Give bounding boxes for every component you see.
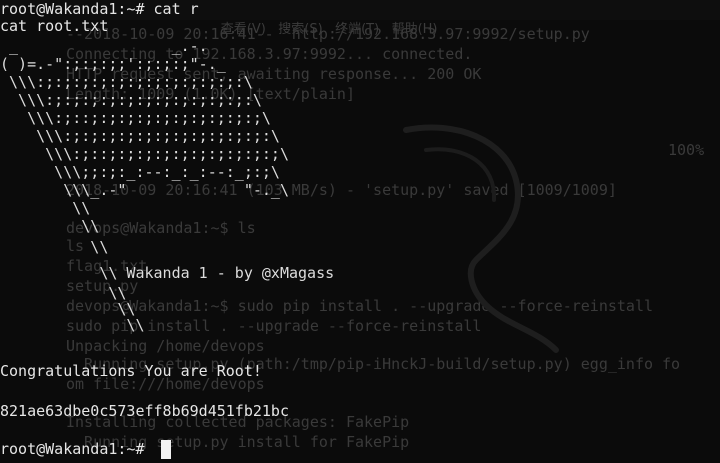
text-cursor (161, 440, 171, 459)
command-line: cat root.txt (0, 17, 109, 35)
terminal-output: root@Wakanda1:~# cat r cat root.txt _ _.… (0, 0, 720, 463)
ascii-art-credit-line: \\ Wakanda 1 - by @xMagass (0, 264, 335, 282)
ghost-percent: 100% (668, 141, 705, 159)
ascii-art-line: \\\:;:;:;:;:;:;:;:;:;:;:;:\ (0, 73, 271, 91)
ascii-art-line: \\ (0, 199, 91, 217)
ascii-art-line: \\\:;:;:;:;:;:;:;:;:;:;:;:\ (0, 127, 280, 145)
ascii-art-line: _ _.-. (0, 37, 271, 55)
ascii-art-line: \\\:;:;:;:;:;:;:;:;:;:;:;:\ (0, 91, 271, 109)
ascii-art-line: ( )=.-":;:;:;;':;:;:;"-._ (0, 55, 271, 73)
ascii-art-line: \\\;;:;:_:--:_:_:--:_;:;\ (0, 163, 280, 181)
kali-dragon-watermark-icon (403, 124, 559, 353)
ascii-art-line: \\ (0, 238, 109, 256)
ascii-art-line: \\ (0, 316, 145, 334)
ascii-art-line: \\\:;::;:;:;:;:;:;:;:;:;:;\ (0, 145, 289, 163)
ascii-art-line: \\ (0, 217, 100, 235)
terminal-window[interactable]: 查看(V) 搜索(S) 终端(T) 帮助(H) --2018-10-09 20:… (0, 0, 720, 463)
ascii-art-line: \\\:;::;:;:;:;:;:;:;:;:;:;\ (0, 109, 271, 127)
final-prompt: root@Wakanda1:~# (0, 440, 154, 458)
ascii-art-line: \\\_.-" "-._\ (0, 181, 289, 199)
prompt-line: root@Wakanda1:~# cat r (0, 0, 199, 18)
congrats-message: Congratulations You are Root! (0, 362, 262, 380)
root-flag: 821ae63dbe0c573eff8b69d451fb21bc (0, 402, 289, 420)
